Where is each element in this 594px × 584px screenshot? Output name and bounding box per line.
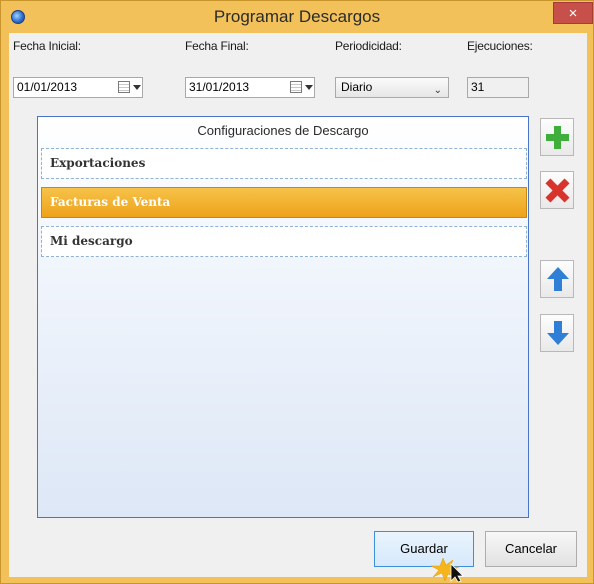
periodicidad-value: Diario xyxy=(341,80,373,94)
fecha-final-datepicker[interactable]: 31/01/2013 xyxy=(185,77,315,98)
list-item-selected[interactable]: Facturas de Venta xyxy=(41,187,527,218)
dropdown-arrow-icon xyxy=(305,85,313,90)
ejecuciones-label: Ejecuciones: xyxy=(467,39,533,53)
calendar-icon xyxy=(290,81,302,93)
list-item[interactable]: Exportaciones xyxy=(41,148,527,179)
dialog-content: Fecha Inicial: 01/01/2013 Fecha Final: 3… xyxy=(9,33,587,577)
calendar-icon xyxy=(118,81,130,93)
fecha-inicial-datepicker[interactable]: 01/01/2013 xyxy=(13,77,143,98)
dropdown-arrow-icon xyxy=(133,85,141,90)
list-header: Configuraciones de Descargo xyxy=(197,123,369,138)
configuraciones-list[interactable]: Configuraciones de Descargo Exportacione… xyxy=(37,116,529,518)
title-bar: Programar Descargos × xyxy=(1,1,593,33)
fecha-inicial-label: Fecha Inicial: xyxy=(13,39,81,53)
fecha-inicial-calendar-button[interactable] xyxy=(118,80,141,95)
ejecuciones-field: 31 xyxy=(467,77,529,98)
window-title: Programar Descargos xyxy=(213,7,381,26)
move-up-button[interactable] xyxy=(540,260,574,298)
fecha-final-value: 31/01/2013 xyxy=(189,80,250,94)
ejecuciones-value: 31 xyxy=(471,80,485,94)
mouse-pointer-icon xyxy=(430,557,464,582)
dialog-window: Programar Descargos × Fecha Inicial: 01/… xyxy=(0,0,594,584)
fecha-final-label: Fecha Final: xyxy=(185,39,249,53)
close-button[interactable]: × xyxy=(553,2,593,24)
move-down-button[interactable] xyxy=(540,314,574,352)
delete-button[interactable] xyxy=(540,171,574,209)
periodicidad-select[interactable]: Diario ⌄ xyxy=(335,77,449,98)
list-item[interactable]: Mi descargo xyxy=(41,226,527,257)
add-button[interactable] xyxy=(540,118,574,156)
chevron-down-icon: ⌄ xyxy=(433,85,442,96)
periodicidad-label: Periodicidad: xyxy=(335,39,402,53)
cancel-button[interactable]: Cancelar xyxy=(485,531,577,567)
fecha-final-calendar-button[interactable] xyxy=(290,80,313,95)
fecha-inicial-value: 01/01/2013 xyxy=(17,80,78,94)
